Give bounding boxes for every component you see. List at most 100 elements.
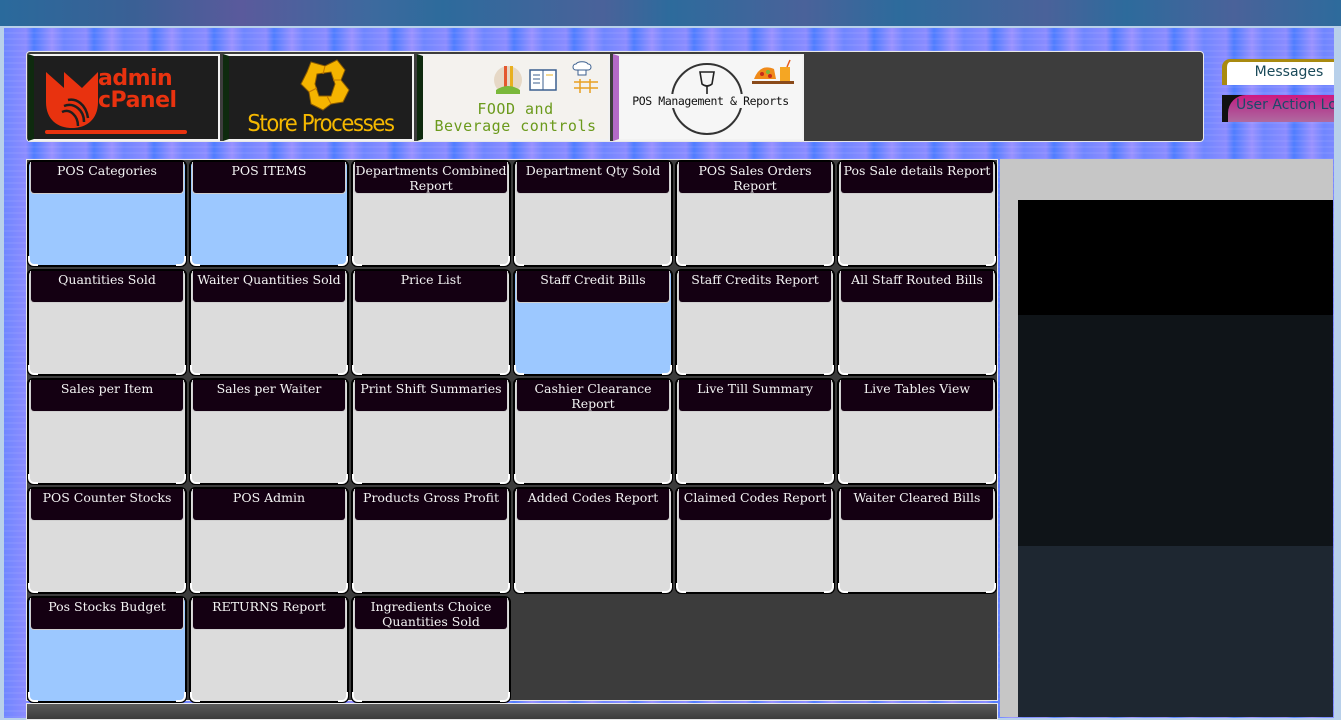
window-title-bar	[0, 0, 1341, 26]
tile-corner-decoration	[662, 365, 672, 375]
admin-cpanel-logo-icon	[46, 72, 98, 128]
tile-corner-decoration	[824, 256, 834, 266]
tile-corner-decoration	[190, 692, 200, 702]
report-tile-title: Sales per Waiter	[192, 380, 346, 412]
report-tile-live-till-summary[interactable]: Live Till Summary	[675, 378, 835, 485]
report-tile-title: Waiter Cleared Bills	[840, 489, 994, 521]
store-processes-tile[interactable]: Store Processes	[223, 54, 414, 141]
grid-scrollbar[interactable]	[26, 703, 998, 720]
tile-corner-decoration	[824, 365, 834, 375]
food-beverage-controls-tile[interactable]: FOOD and Beverage controls	[417, 54, 610, 141]
report-tile-all-staff-routed-bills[interactable]: All Staff Routed Bills	[837, 269, 997, 376]
report-tile-ingredients-choice-quantities-sold[interactable]: Ingredients Choice Quantities Sold	[351, 596, 511, 703]
report-tile-title: Staff Credits Report	[678, 271, 832, 303]
preview-panel	[1000, 159, 1333, 717]
tile-corner-decoration	[514, 365, 524, 375]
pos-management-label: POS Management & Reports	[619, 94, 802, 108]
food-drink-icon	[752, 59, 794, 84]
report-tile-title: Pos Sale details Report	[840, 162, 994, 194]
tile-corner-decoration	[676, 474, 686, 484]
report-tile-title: Live Tables View	[840, 380, 994, 412]
report-tile-title: Products Gross Profit	[354, 489, 508, 521]
tile-corner-decoration	[500, 583, 510, 593]
tile-corner-decoration	[190, 256, 200, 266]
admin-cpanel-label: admin cPanel	[98, 66, 177, 113]
report-tile-title: Pos Stocks Budget	[30, 598, 184, 630]
report-tile-claimed-codes-report[interactable]: Claimed Codes Report	[675, 487, 835, 594]
report-tile-products-gross-profit[interactable]: Products Gross Profit	[351, 487, 511, 594]
tile-corner-decoration	[176, 692, 186, 702]
tile-corner-decoration	[838, 474, 848, 484]
report-tile-price-list[interactable]: Price List	[351, 269, 511, 376]
report-tile-department-qty-sold[interactable]: Department Qty Sold	[513, 160, 673, 267]
messages-label: Messages	[1254, 64, 1324, 80]
tile-corner-decoration	[352, 474, 362, 484]
report-tile-title: Quantities Sold	[30, 271, 184, 303]
messages-button[interactable]: Messages	[1222, 59, 1341, 85]
report-tile-added-codes-report[interactable]: Added Codes Report	[513, 487, 673, 594]
report-tile-sales-per-waiter[interactable]: Sales per Waiter	[189, 378, 349, 485]
user-action-log-button[interactable]: User Action Log	[1222, 95, 1341, 122]
tile-corner-decoration	[500, 692, 510, 702]
report-tile-pos-sale-details-report[interactable]: Pos Sale details Report	[837, 160, 997, 267]
report-tile-pos-admin[interactable]: POS Admin	[189, 487, 349, 594]
tile-corner-decoration	[514, 474, 524, 484]
admin-cpanel-tile[interactable]: admin cPanel	[28, 54, 220, 141]
tile-corner-decoration	[176, 583, 186, 593]
module-banner: admin cPanel Store Processes FOOD and Be…	[26, 51, 1204, 142]
report-tile-pos-counter-stocks[interactable]: POS Counter Stocks	[27, 487, 187, 594]
report-tile-waiter-cleared-bills[interactable]: Waiter Cleared Bills	[837, 487, 997, 594]
tile-corner-decoration	[662, 474, 672, 484]
user-action-log-label: User Action Log	[1236, 97, 1341, 113]
tile-corner-decoration	[986, 256, 996, 266]
tile-corner-decoration	[190, 583, 200, 593]
report-tile-quantities-sold[interactable]: Quantities Sold	[27, 269, 187, 376]
report-tile-waiter-quantities-sold[interactable]: Waiter Quantities Sold	[189, 269, 349, 376]
tile-corner-decoration	[176, 256, 186, 266]
report-tile-pos-categories[interactable]: POS Categories	[27, 160, 187, 267]
report-tile-title: Added Codes Report	[516, 489, 670, 521]
tile-corner-decoration	[176, 474, 186, 484]
report-tile-print-shift-summaries[interactable]: Print Shift Summaries	[351, 378, 511, 485]
tile-corner-decoration	[352, 583, 362, 593]
report-tile-title: Departments Combined Report	[354, 162, 508, 194]
report-tile-live-tables-view[interactable]: Live Tables View	[837, 378, 997, 485]
tile-corner-decoration	[190, 365, 200, 375]
tile-corner-decoration	[338, 474, 348, 484]
report-tile-title: RETURNS Report	[192, 598, 346, 630]
report-tile-departments-combined-report[interactable]: Departments Combined Report	[351, 160, 511, 267]
report-tile-sales-per-item[interactable]: Sales per Item	[27, 378, 187, 485]
report-tile-cashier-clearance-report[interactable]: Cashier Clearance Report	[513, 378, 673, 485]
tile-corner-decoration	[824, 583, 834, 593]
tile-corner-decoration	[662, 256, 672, 266]
pos-management-reports-tile[interactable]: POS Management & Reports	[613, 54, 804, 141]
tile-corner-decoration	[838, 256, 848, 266]
report-tile-staff-credits-report[interactable]: Staff Credits Report	[675, 269, 835, 376]
tile-corner-decoration	[986, 583, 996, 593]
report-tile-title: Sales per Item	[30, 380, 184, 412]
report-tile-pos-stocks-budget[interactable]: Pos Stocks Budget	[27, 596, 187, 703]
report-tile-title: POS Admin	[192, 489, 346, 521]
report-tile-title: Claimed Codes Report	[678, 489, 832, 521]
tile-corner-decoration	[28, 583, 38, 593]
report-tile-title: All Staff Routed Bills	[840, 271, 994, 303]
report-tile-staff-credit-bills[interactable]: Staff Credit Bills	[513, 269, 673, 376]
report-tile-title: Cashier Clearance Report	[516, 380, 670, 412]
report-tile-title: POS Counter Stocks	[30, 489, 184, 521]
report-tile-title: Live Till Summary	[678, 380, 832, 412]
preview-panel-bottom	[1018, 546, 1333, 717]
tile-corner-decoration	[500, 365, 510, 375]
food-beverage-logo-icon	[494, 61, 598, 94]
tile-corner-decoration	[838, 365, 848, 375]
report-tile-returns-report[interactable]: RETURNS Report	[189, 596, 349, 703]
tile-corner-decoration	[676, 583, 686, 593]
report-tile-title: Print Shift Summaries	[354, 380, 508, 412]
report-tile-title: POS ITEMS	[192, 162, 346, 194]
tile-corner-decoration	[676, 256, 686, 266]
report-tile-title: Price List	[354, 271, 508, 303]
tile-corner-decoration	[190, 474, 200, 484]
report-tile-pos-sales-orders-report[interactable]: POS Sales Orders Report	[675, 160, 835, 267]
tile-corner-decoration	[514, 256, 524, 266]
report-tile-pos-items[interactable]: POS ITEMS	[189, 160, 349, 267]
report-tile-title: POS Sales Orders Report	[678, 162, 832, 194]
